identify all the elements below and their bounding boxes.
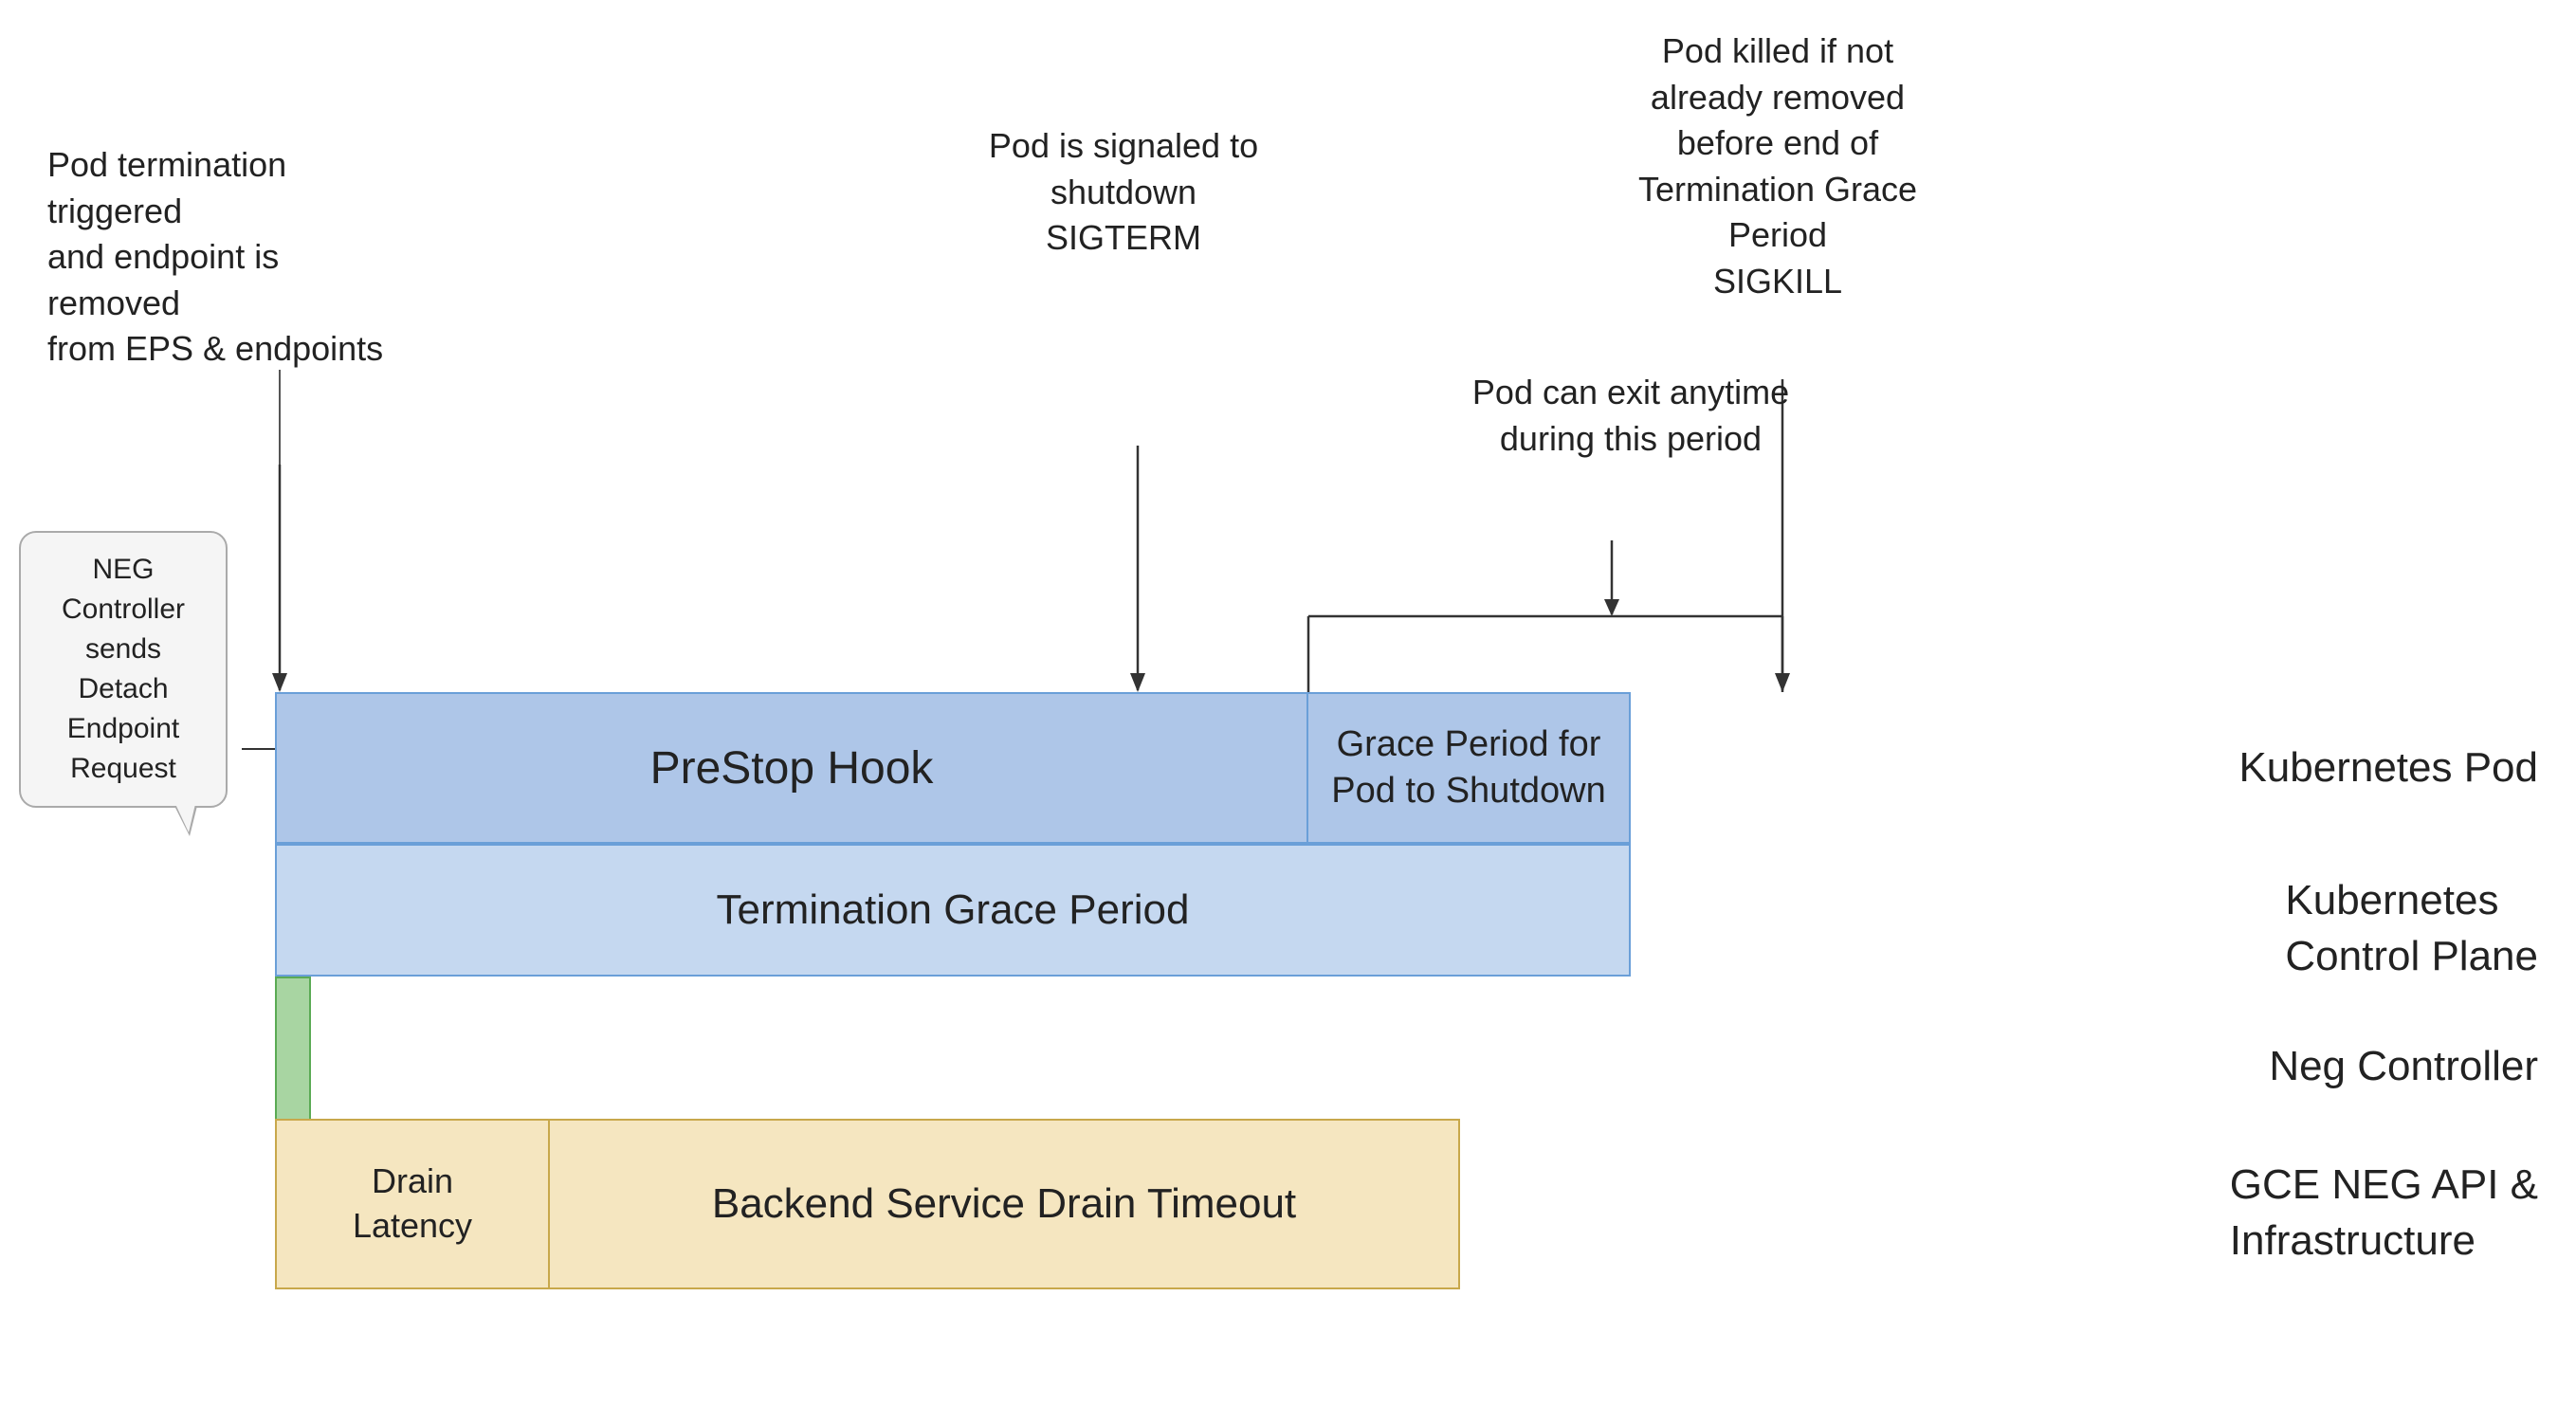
prestop-hook-bar: PreStop Hook Grace Period forPod to Shut…	[275, 692, 1631, 844]
annotation-pod-killed: Pod killed if notalready removedbefore e…	[1574, 28, 1982, 305]
annotation-pod-signaled: Pod is signaled toshutdownSIGTERM	[967, 123, 1280, 262]
annotation-pod-can-exit: Pod can exit anytimeduring this period	[1441, 370, 1820, 462]
backend-drain-bar: Backend Service Drain Timeout	[550, 1119, 1460, 1289]
diagram-container: Pod termination triggeredand endpoint is…	[0, 0, 2576, 1406]
annotation-pod-termination: Pod termination triggeredand endpoint is…	[47, 142, 398, 373]
gce-neg-bars: DrainLatency Backend Service Drain Timeo…	[275, 1119, 1460, 1289]
label-gce-neg: GCE NEG API &Infrastructure	[2230, 1157, 2538, 1269]
label-kubernetes-control: KubernetesControl Plane	[2285, 872, 2538, 985]
label-kubernetes-pod: Kubernetes Pod	[2238, 740, 2538, 795]
prestop-hook-label: PreStop Hook	[275, 692, 1308, 844]
drain-latency-bar: DrainLatency	[275, 1119, 550, 1289]
label-neg-controller: Neg Controller	[2269, 1038, 2538, 1094]
grace-period-label: Grace Period forPod to Shutdown	[1308, 692, 1631, 844]
termination-grace-bar: Termination Grace Period	[275, 844, 1631, 977]
neg-controller-bubble: NEGControllersendsDetachEndpointRequest	[19, 531, 228, 808]
